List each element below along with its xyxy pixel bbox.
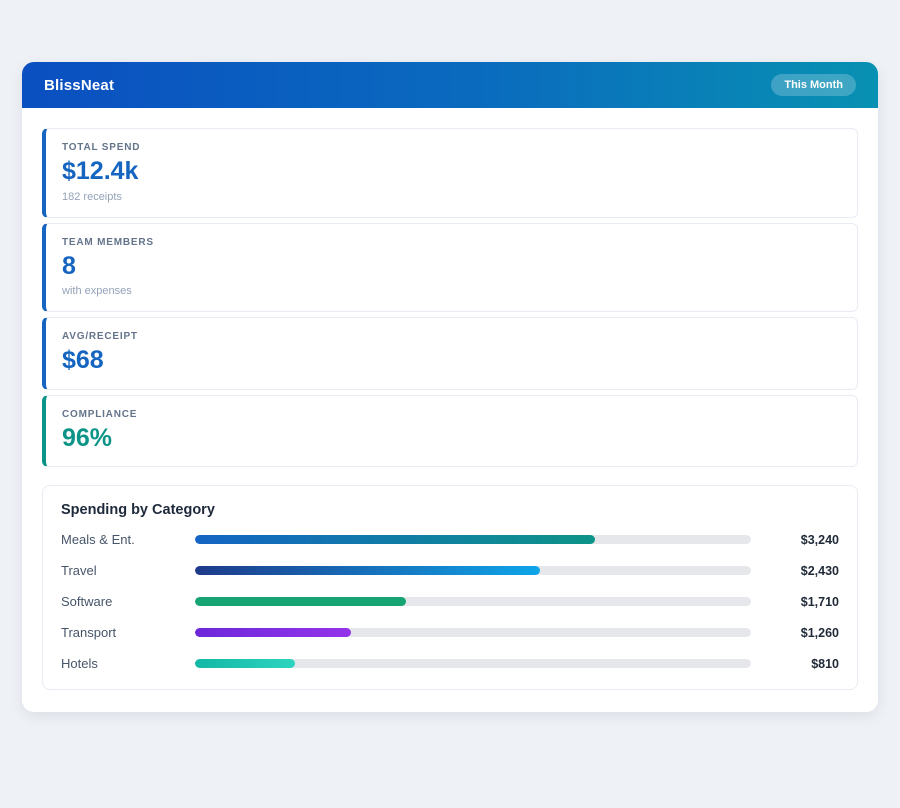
- stat-card: TOTAL SPEND $12.4k 182 receipts: [42, 128, 858, 218]
- stat-sub: with expenses: [62, 285, 841, 297]
- dashboard-card: BlissNeat This Month TOTAL SPEND $12.4k …: [22, 62, 878, 712]
- stat-label: TEAM MEMBERS: [62, 237, 841, 248]
- chart-row: Software $1,710: [61, 594, 839, 609]
- category-value: $1,260: [765, 626, 839, 640]
- bar-fill: [195, 597, 406, 606]
- bar-track: [195, 566, 751, 575]
- chart-row: Meals & Ent. $3,240: [61, 532, 839, 547]
- category-label: Transport: [61, 625, 181, 640]
- chart-rows: Meals & Ent. $3,240 Travel $2,430 Software $1…: [61, 532, 839, 671]
- chart-row: Transport $1,260: [61, 625, 839, 640]
- stat-card: AVG/RECEIPT $68: [42, 317, 858, 390]
- category-value: $1,710: [765, 595, 839, 609]
- stat-label: AVG/RECEIPT: [62, 331, 841, 342]
- bar-track: [195, 659, 751, 668]
- category-value: $3,240: [765, 533, 839, 547]
- chart-row: Hotels $810: [61, 656, 839, 671]
- chart-title: Spending by Category: [61, 502, 839, 518]
- bar-fill: [195, 566, 540, 575]
- stat-card: TEAM MEMBERS 8 with expenses: [42, 223, 858, 313]
- stats-list: TOTAL SPEND $12.4k 182 receipts TEAM MEM…: [42, 128, 858, 467]
- stat-card: COMPLIANCE 96%: [42, 395, 858, 468]
- bar-track: [195, 535, 751, 544]
- stat-value: 8: [62, 253, 841, 281]
- stat-label: COMPLIANCE: [62, 409, 841, 420]
- category-value: $810: [765, 657, 839, 671]
- bar-fill: [195, 535, 595, 544]
- category-label: Meals & Ent.: [61, 532, 181, 547]
- bar-track: [195, 597, 751, 606]
- stat-value: $68: [62, 347, 841, 375]
- period-badge[interactable]: This Month: [771, 74, 856, 96]
- category-label: Hotels: [61, 656, 181, 671]
- stat-sub: 182 receipts: [62, 191, 841, 203]
- app-body: TOTAL SPEND $12.4k 182 receipts TEAM MEM…: [22, 108, 878, 712]
- bar-fill: [195, 659, 295, 668]
- spending-by-category-card: Spending by Category Meals & Ent. $3,240 T…: [42, 485, 858, 690]
- app-title: BlissNeat: [44, 77, 114, 94]
- stat-label: TOTAL SPEND: [62, 142, 841, 153]
- bar-fill: [195, 628, 351, 637]
- stat-value: $12.4k: [62, 158, 841, 186]
- app-header: BlissNeat This Month: [22, 62, 878, 108]
- category-label: Software: [61, 594, 181, 609]
- category-value: $2,430: [765, 564, 839, 578]
- category-label: Travel: [61, 563, 181, 578]
- chart-row: Travel $2,430: [61, 563, 839, 578]
- stat-value: 96%: [62, 425, 841, 453]
- bar-track: [195, 628, 751, 637]
